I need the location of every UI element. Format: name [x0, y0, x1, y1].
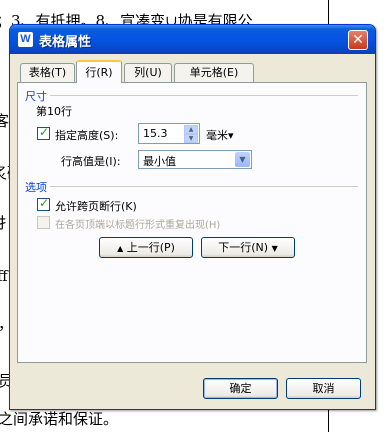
options-section-divider	[50, 186, 358, 187]
height-unit-dropdown[interactable]: 毫米▾	[206, 127, 234, 143]
tab-row[interactable]: 行(R)	[76, 60, 122, 83]
specify-height-checkbox[interactable]	[37, 125, 50, 140]
tab-cell-label: 单元格(E)	[189, 66, 239, 79]
table-properties-dialog: W 表格属性 ✕ 表格(T) 行(R) 列(U) 单元格(E) 尺寸 第10行 …	[9, 24, 376, 410]
tab-table-label: 表格(T)	[28, 66, 67, 79]
ok-button[interactable]: 确定	[203, 378, 278, 399]
repeat-header-checkbox[interactable]	[37, 216, 50, 229]
row-height-mode-select[interactable]: 最小值 ▼	[138, 150, 252, 169]
wps-app-icon: W	[18, 32, 33, 47]
allow-row-break-label: 允许跨页断行(K)	[55, 200, 137, 213]
specify-height-label: 指定高度(S):	[55, 129, 119, 142]
document-text-line: ff	[0, 267, 8, 285]
tab-table[interactable]: 表格(T)	[20, 63, 75, 82]
ok-label: 确定	[229, 382, 252, 395]
previous-row-button[interactable]: ▲ 上一行(P)	[99, 237, 193, 258]
allow-row-break-checkbox[interactable]	[37, 196, 50, 211]
next-row-label: 下一行(N)	[218, 241, 269, 254]
cancel-button[interactable]: 取消	[286, 378, 361, 399]
size-section-label: 尺寸	[25, 90, 47, 103]
dialog-titlebar[interactable]: W 表格属性 ✕	[10, 25, 375, 54]
dialog-title: 表格属性	[39, 35, 92, 50]
tab-cell[interactable]: 单元格(E)	[174, 63, 254, 82]
tab-row-label: 行(R)	[85, 66, 113, 79]
cancel-label: 取消	[312, 382, 335, 395]
close-button[interactable]: ✕	[348, 30, 368, 50]
row-number-label: 第10行	[36, 105, 72, 118]
arrow-up-icon: ▲	[117, 244, 124, 253]
options-section-label: 选项	[25, 181, 47, 194]
previous-row-label: 上一行(P)	[126, 241, 175, 254]
tab-column-label: 列(U)	[134, 66, 162, 79]
height-spinbox[interactable]: 15.3 ▲ ▼	[138, 123, 200, 144]
arrow-down-icon: ▼	[271, 244, 278, 253]
row-height-mode-label: 行高值是(I):	[61, 155, 121, 168]
tab-column[interactable]: 列(U)	[124, 63, 172, 82]
document-text-line: 之间承诺和保证。	[0, 410, 119, 428]
next-row-button[interactable]: 下一行(N) ▼	[201, 237, 295, 258]
chevron-down-icon[interactable]: ▼	[235, 152, 250, 167]
height-value: 15.3	[143, 127, 168, 140]
spin-up-arrow-icon[interactable]: ▲	[184, 125, 198, 134]
spin-down-arrow-icon[interactable]: ▼	[184, 134, 198, 143]
row-height-mode-value: 最小值	[143, 155, 176, 168]
repeat-header-label: 在各页顶端以标题行形式重复出现(H)	[55, 220, 221, 231]
size-section-divider	[50, 95, 358, 96]
close-icon: ✕	[352, 32, 364, 48]
document-text-line: 客	[0, 112, 10, 130]
